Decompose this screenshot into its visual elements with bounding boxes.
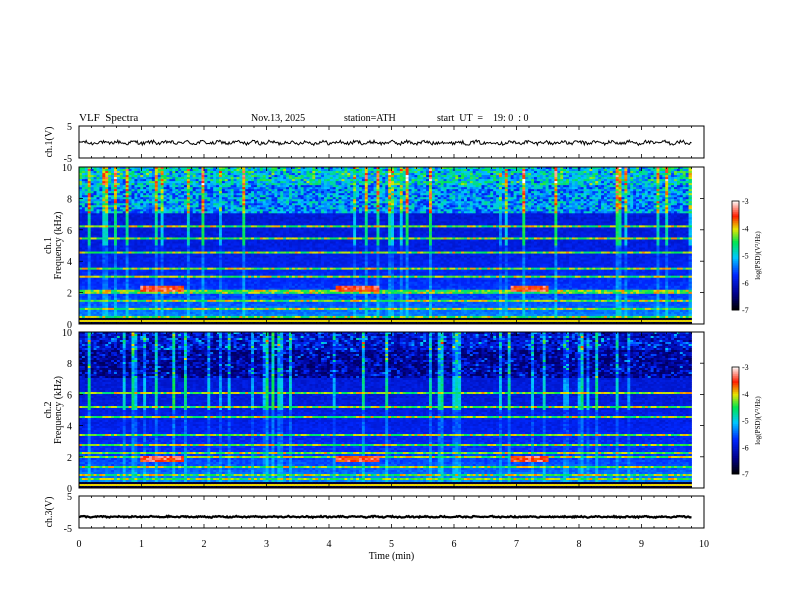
ch1-spectrogram-image <box>79 167 692 324</box>
vlf-figure: 5-5024681002468105-5ch.1(V)ch.1 Frequency… <box>0 0 792 612</box>
ch1-waveform-line <box>79 140 692 145</box>
